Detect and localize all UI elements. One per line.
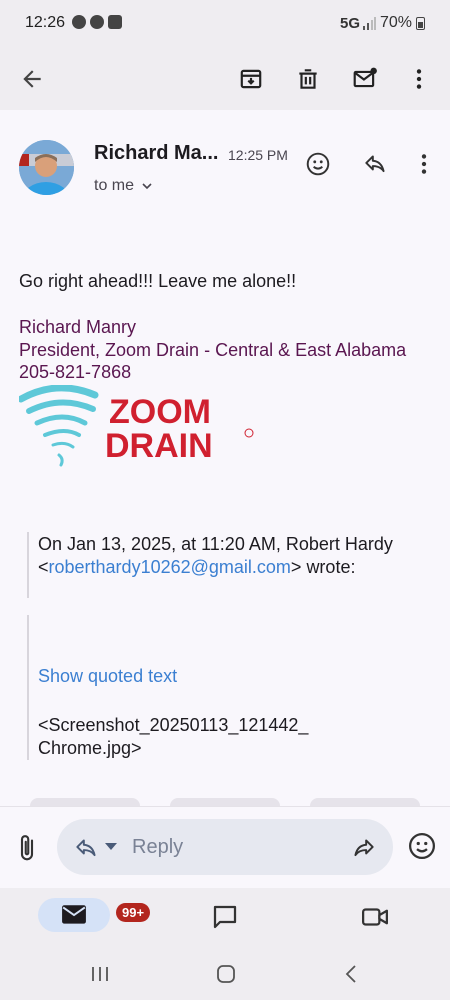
signal-icon [363, 17, 376, 30]
trash-icon[interactable] [289, 60, 327, 98]
attachment-icon[interactable] [12, 833, 42, 863]
show-quoted-text-link[interactable]: Show quoted text [38, 666, 177, 687]
toolbar [0, 48, 450, 110]
recipient-label: to me [94, 177, 135, 194]
quote-wrote: wrote: [306, 557, 356, 577]
suggestion-chip[interactable] [310, 798, 420, 806]
battery-percent: 70% [380, 14, 413, 31]
chevron-down-icon [142, 183, 152, 190]
signature-name: Richard Manry [19, 317, 137, 337]
youtube-icon [108, 15, 122, 29]
message-body: Go right ahead!!! Leave me alone!! [19, 271, 297, 291]
reply-mode-icon[interactable] [73, 835, 99, 861]
suggestion-chip[interactable] [30, 798, 140, 806]
home-icon[interactable] [214, 962, 238, 986]
quote-intro: On Jan 13, 2025, at 11:20 AM, Robert Har… [38, 534, 393, 554]
messenger-icon [72, 15, 86, 29]
back-arrow-icon[interactable] [13, 60, 51, 98]
add-reaction-icon[interactable] [301, 147, 335, 181]
recipient-details-toggle[interactable]: to me [94, 177, 154, 195]
system-nav-bar [0, 946, 450, 1000]
reply-mode-dropdown-icon[interactable] [105, 843, 117, 850]
network-type: 5G [340, 15, 361, 32]
reply-bar: Reply [0, 806, 450, 889]
mail-icon [62, 905, 86, 924]
reply-icon[interactable] [358, 147, 392, 181]
status-bar: 12:26 5G 70% [0, 0, 450, 48]
quote-intro-line2: <roberthardy10262@gmail.com> wrote: [38, 557, 356, 577]
status-app-icons [72, 15, 122, 29]
more-vert-icon[interactable] [400, 60, 438, 98]
signature-title: President, Zoom Drain - Central & East A… [19, 340, 407, 360]
nav-mail-tab[interactable]: 99+ [38, 898, 151, 932]
chat-icon[interactable] [210, 902, 240, 932]
logo-zoom-text: ZOOM [109, 393, 211, 431]
mark-unread-icon[interactable] [346, 60, 384, 98]
forward-icon[interactable] [351, 835, 377, 861]
system-back-icon[interactable] [340, 962, 364, 986]
reply-placeholder: Reply [132, 836, 184, 858]
emoji-icon[interactable] [407, 831, 437, 861]
sender-avatar[interactable] [19, 140, 74, 195]
status-time: 12:26 [25, 14, 66, 31]
quote-bar [27, 532, 29, 598]
signature-phone[interactable]: 205-821-7868 [19, 362, 131, 383]
quoted-email-link[interactable]: roberthardy10262@gmail.com [49, 557, 291, 577]
battery-icon [416, 17, 425, 30]
reply-input[interactable]: Reply [57, 819, 393, 875]
message-more-icon[interactable] [407, 147, 441, 181]
mail-count-badge: 99+ [116, 903, 151, 922]
zoom-drain-logo: ZOOM DRAIN [19, 385, 254, 467]
snapchat-icon [90, 15, 104, 29]
recent-apps-icon[interactable] [88, 962, 112, 986]
suggestion-chip[interactable] [170, 798, 280, 806]
logo-drain-text: DRAIN [105, 427, 213, 465]
video-meet-icon[interactable] [360, 902, 390, 932]
bottom-nav: 99+ [0, 888, 450, 946]
attachment-line-2: Chrome.jpg> [38, 738, 142, 758]
quote-bar [27, 615, 29, 760]
sender-name: Richard Ma... [94, 142, 219, 164]
archive-icon[interactable] [232, 60, 270, 98]
message-time: 12:25 PM [228, 147, 288, 163]
attachment-line-1: <Screenshot_20250113_121442_ [38, 715, 309, 735]
